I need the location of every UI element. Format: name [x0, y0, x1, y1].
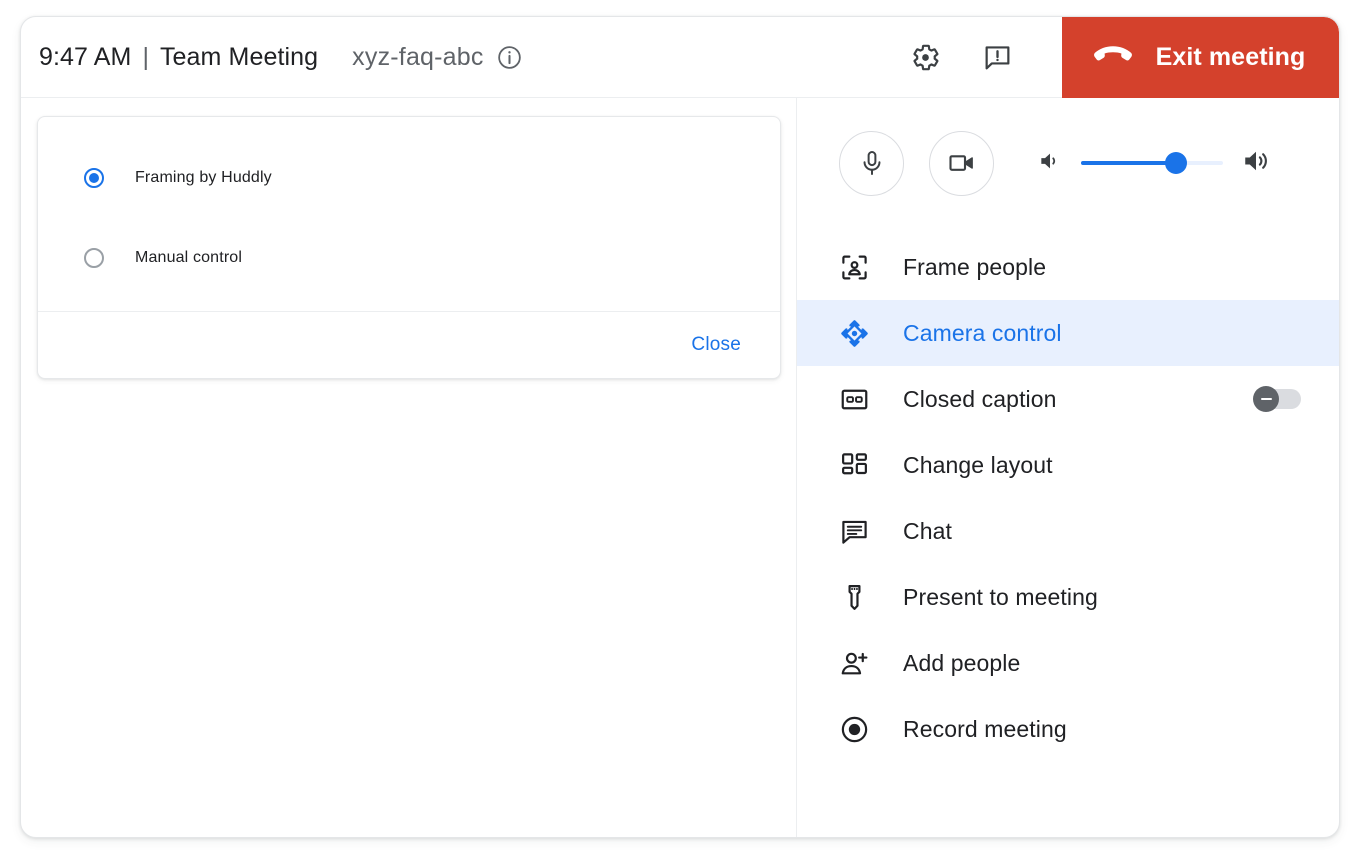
volume-low-icon — [1037, 148, 1063, 179]
menu-item-label: Camera control — [903, 319, 1062, 346]
dialog-footer: Close — [38, 311, 780, 378]
radio-icon — [84, 168, 104, 188]
hangup-phone-icon — [1092, 42, 1134, 73]
menu-item-camera-control[interactable]: Camera control — [797, 300, 1339, 366]
gear-icon[interactable] — [902, 34, 948, 80]
av-controls — [797, 98, 1339, 228]
menu-item-label: Closed caption — [903, 385, 1057, 412]
add-person-icon — [839, 648, 877, 679]
change-layout-icon — [839, 450, 877, 481]
volume-control — [1037, 146, 1339, 181]
menu-item-closed-caption[interactable]: Closed caption — [797, 366, 1339, 432]
menu-item-label: Frame people — [903, 253, 1047, 280]
radio-label: Framing by Huddly — [135, 169, 272, 186]
info-icon[interactable] — [496, 44, 523, 71]
menu-item-frame-people[interactable]: Frame people — [797, 234, 1339, 300]
header-separator: | — [142, 42, 149, 71]
toggle-off-dash-icon — [1260, 398, 1272, 400]
closed-caption-toggle[interactable] — [1253, 386, 1301, 412]
framing-dialog: Framing by Huddly Manual control Close — [37, 116, 781, 379]
toggle-knob — [1253, 386, 1279, 412]
menu-item-label: Add people — [903, 649, 1021, 676]
menu-item-add-people[interactable]: Add people — [797, 630, 1339, 696]
frame-people-icon — [839, 252, 877, 283]
volume-high-icon — [1241, 146, 1271, 181]
control-menu: Frame people Camera control Closed capti… — [797, 234, 1339, 762]
radio-label: Manual control — [135, 249, 243, 266]
exit-meeting-label: Exit meeting — [1155, 42, 1306, 71]
meeting-time: 9:47 AM — [39, 42, 132, 71]
left-content-pane: Framing by Huddly Manual control Close — [21, 98, 797, 837]
close-button[interactable]: Close — [683, 328, 749, 362]
chat-icon — [839, 516, 877, 547]
menu-item-change-layout[interactable]: Change layout — [797, 432, 1339, 498]
meeting-body: Framing by Huddly Manual control Close F… — [21, 98, 1339, 837]
menu-item-label: Chat — [903, 517, 952, 544]
radio-option-manual-control[interactable]: Manual control — [38, 235, 780, 281]
header-meeting-info: 9:47 AM | Team Meeting xyz-faq-abc — [21, 43, 902, 72]
hdmi-connector-icon — [839, 582, 877, 613]
menu-item-chat[interactable]: Chat — [797, 498, 1339, 564]
microphone-button[interactable] — [839, 130, 904, 196]
radio-option-framing-by-huddly[interactable]: Framing by Huddly — [38, 155, 780, 201]
right-control-pane: Frame people Camera control Closed capti… — [797, 98, 1339, 837]
menu-item-label: Change layout — [903, 451, 1053, 478]
radio-dot — [89, 253, 99, 263]
meeting-title: Team Meeting — [159, 42, 319, 71]
menu-item-label: Record meeting — [903, 715, 1067, 742]
exit-meeting-button[interactable]: Exit meeting — [1062, 17, 1339, 98]
framing-options-group: Framing by Huddly Manual control — [38, 117, 780, 311]
feedback-icon[interactable] — [974, 34, 1020, 80]
menu-item-label: Present to meeting — [903, 583, 1098, 610]
radio-dot — [89, 173, 99, 183]
closed-caption-icon — [839, 384, 877, 415]
volume-slider-thumb[interactable] — [1165, 152, 1188, 174]
meeting-header: 9:47 AM | Team Meeting xyz-faq-abc Exit … — [21, 17, 1339, 98]
meeting-code: xyz-faq-abc — [352, 42, 484, 71]
camera-button[interactable] — [929, 130, 994, 196]
radio-icon — [84, 248, 104, 268]
volume-slider[interactable] — [1081, 152, 1223, 174]
header-actions: Exit meeting — [902, 17, 1339, 98]
menu-item-record-meeting[interactable]: Record meeting — [797, 696, 1339, 762]
record-icon — [839, 714, 877, 745]
volume-slider-fill — [1081, 161, 1177, 165]
menu-item-present-to-meeting[interactable]: Present to meeting — [797, 564, 1339, 630]
meeting-window: 9:47 AM | Team Meeting xyz-faq-abc Exit … — [20, 16, 1340, 838]
camera-control-icon — [839, 318, 877, 349]
